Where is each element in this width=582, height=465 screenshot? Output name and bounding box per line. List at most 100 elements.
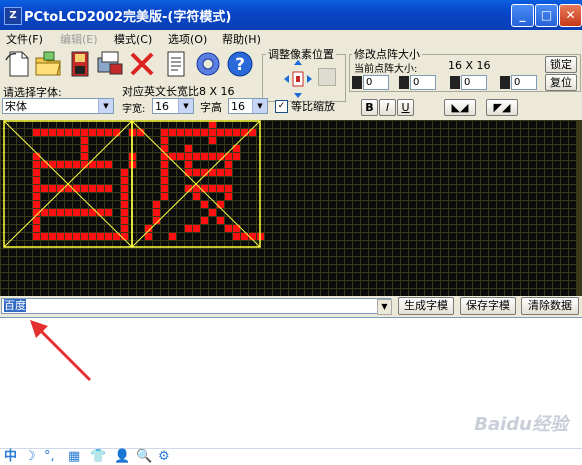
pixel-off[interactable] — [481, 121, 488, 128]
pixel-off[interactable] — [305, 225, 312, 232]
pixel-off[interactable] — [273, 233, 280, 240]
pixel-off[interactable] — [89, 177, 96, 184]
pixel-off[interactable] — [217, 289, 224, 296]
pixel-off[interactable] — [121, 265, 128, 272]
pixel-off[interactable] — [49, 145, 56, 152]
pixel-off[interactable] — [401, 137, 408, 144]
pixel-off[interactable] — [545, 249, 552, 256]
pixel-off[interactable] — [185, 201, 192, 208]
pixel-off[interactable] — [489, 129, 496, 136]
pixel-off[interactable] — [241, 257, 248, 264]
spin-right[interactable]: 0 — [410, 75, 436, 90]
pixel-off[interactable] — [505, 233, 512, 240]
pixel-off[interactable] — [89, 225, 96, 232]
pixel-off[interactable] — [409, 161, 416, 168]
pixel-off[interactable] — [497, 249, 504, 256]
pixel-off[interactable] — [481, 169, 488, 176]
pixel-off[interactable] — [265, 265, 272, 272]
pixel-off[interactable] — [353, 121, 360, 128]
pixel-off[interactable] — [425, 153, 432, 160]
pixel-off[interactable] — [409, 137, 416, 144]
ime-chinese-icon[interactable]: 中 — [4, 449, 17, 465]
pixel-off[interactable] — [385, 289, 392, 296]
pixel-off[interactable] — [129, 289, 136, 296]
left-arrow-icon[interactable] — [352, 76, 362, 89]
pixel-off[interactable] — [369, 209, 376, 216]
dot-matrix-canvas[interactable] — [0, 120, 582, 296]
pixel-off[interactable] — [377, 201, 384, 208]
pixel-off[interactable] — [321, 185, 328, 192]
pixel-off[interactable] — [273, 281, 280, 288]
pixel-off[interactable] — [489, 273, 496, 280]
pixel-off[interactable] — [57, 273, 64, 280]
pixel-off[interactable] — [297, 193, 304, 200]
pixel-off[interactable] — [249, 209, 256, 216]
pixel-off[interactable] — [297, 129, 304, 136]
flip-horizontal-icon[interactable]: ◣◢ — [444, 99, 476, 116]
pixel-off[interactable] — [337, 289, 344, 296]
pixel-off[interactable] — [185, 289, 192, 296]
pixel-off[interactable] — [393, 209, 400, 216]
pixel-off[interactable] — [153, 121, 160, 128]
pixel-on[interactable] — [89, 185, 96, 192]
pixel-off[interactable] — [321, 265, 328, 272]
pixel-off[interactable] — [345, 161, 352, 168]
pixel-off[interactable] — [89, 257, 96, 264]
pixel-off[interactable] — [281, 145, 288, 152]
pixel-off[interactable] — [337, 185, 344, 192]
pixel-off[interactable] — [553, 249, 560, 256]
pixel-off[interactable] — [361, 281, 368, 288]
pixel-arrows-icon[interactable] — [284, 60, 312, 98]
pixel-off[interactable] — [41, 217, 48, 224]
pixel-on[interactable] — [57, 209, 64, 216]
pixel-off[interactable] — [33, 121, 40, 128]
pixel-off[interactable] — [249, 257, 256, 264]
pixel-off[interactable] — [457, 153, 464, 160]
pixel-off[interactable] — [297, 265, 304, 272]
pixel-off[interactable] — [41, 137, 48, 144]
pixel-off[interactable] — [481, 177, 488, 184]
pixel-off[interactable] — [25, 177, 32, 184]
pixel-off[interactable] — [313, 121, 320, 128]
pixel-off[interactable] — [465, 225, 472, 232]
pixel-off[interactable] — [473, 121, 480, 128]
pixel-off[interactable] — [385, 217, 392, 224]
pixel-off[interactable] — [241, 193, 248, 200]
pixel-off[interactable] — [473, 201, 480, 208]
pixel-off[interactable] — [377, 225, 384, 232]
pixel-off[interactable] — [521, 185, 528, 192]
pixel-off[interactable] — [545, 129, 552, 136]
pixel-on[interactable] — [89, 233, 96, 240]
pixel-off[interactable] — [145, 185, 152, 192]
pixel-off[interactable] — [249, 169, 256, 176]
pixel-off[interactable] — [273, 177, 280, 184]
pixel-on[interactable] — [225, 225, 232, 232]
pixel-off[interactable] — [489, 265, 496, 272]
pixel-off[interactable] — [353, 209, 360, 216]
pixel-off[interactable] — [537, 185, 544, 192]
pixel-off[interactable] — [57, 289, 64, 296]
pixel-off[interactable] — [545, 193, 552, 200]
pixel-off[interactable] — [393, 201, 400, 208]
pixel-off[interactable] — [169, 193, 176, 200]
pixel-off[interactable] — [265, 193, 272, 200]
pixel-off[interactable] — [497, 121, 504, 128]
pixel-off[interactable] — [425, 241, 432, 248]
pixel-off[interactable] — [449, 225, 456, 232]
pixel-off[interactable] — [209, 257, 216, 264]
pixel-off[interactable] — [329, 217, 336, 224]
pixel-off[interactable] — [369, 145, 376, 152]
pixel-off[interactable] — [497, 281, 504, 288]
pixel-off[interactable] — [433, 161, 440, 168]
pixel-on[interactable] — [33, 233, 40, 240]
pixel-off[interactable] — [9, 249, 16, 256]
pixel-off[interactable] — [569, 137, 576, 144]
pixel-on[interactable] — [201, 129, 208, 136]
pixel-off[interactable] — [361, 241, 368, 248]
pixel-off[interactable] — [41, 177, 48, 184]
pixel-off[interactable] — [313, 193, 320, 200]
pixel-off[interactable] — [401, 129, 408, 136]
pixel-off[interactable] — [169, 249, 176, 256]
pixel-off[interactable] — [457, 233, 464, 240]
pixel-off[interactable] — [129, 249, 136, 256]
